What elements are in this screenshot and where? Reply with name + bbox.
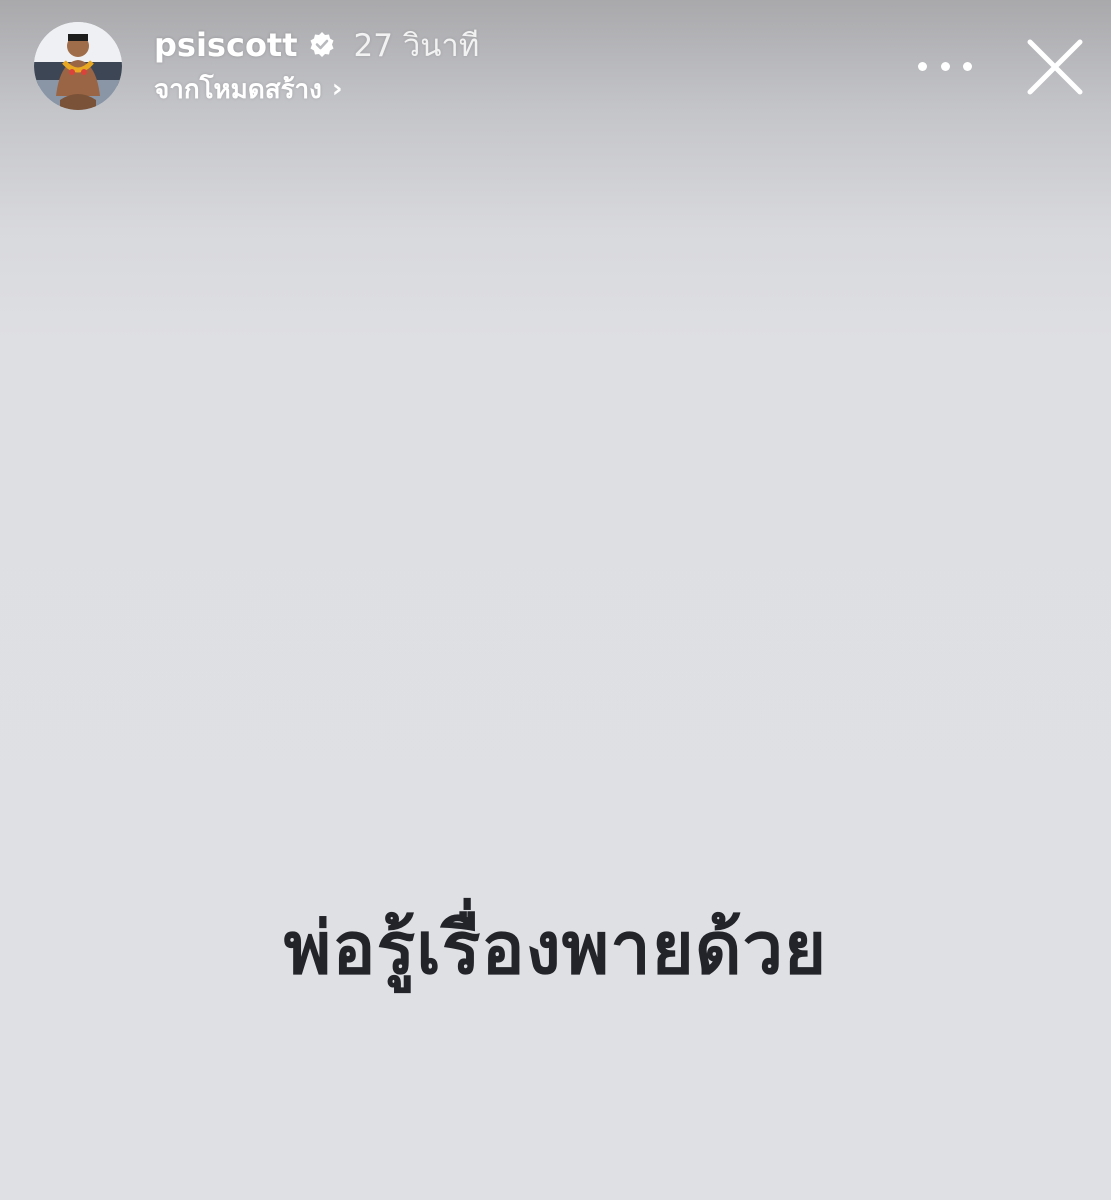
more-dot bbox=[963, 61, 972, 71]
chevron-right-icon: › bbox=[331, 74, 343, 104]
creation-mode-label: จากโหมดสร้าง bbox=[154, 74, 322, 105]
story-timestamp: 27 วินาที bbox=[353, 28, 480, 64]
more-dot bbox=[940, 61, 950, 71]
close-icon[interactable] bbox=[1022, 34, 1088, 100]
avatar-image bbox=[34, 22, 122, 110]
more-options-icon[interactable] bbox=[918, 46, 972, 86]
story-caption: พ่อรู้เรื่องพายด้วย bbox=[283, 906, 828, 990]
story-header: psiscott 27 วินาที จากโหมดสร้าง › bbox=[0, 0, 1111, 140]
creation-mode-link[interactable]: จากโหมดสร้าง › bbox=[154, 70, 343, 108]
username-row: psiscott 27 วินาที bbox=[154, 22, 479, 68]
more-dot bbox=[918, 61, 927, 71]
verified-badge-icon bbox=[308, 31, 336, 59]
story-viewer[interactable]: psiscott 27 วินาที จากโหมดสร้าง › พ่อรู้… bbox=[0, 0, 1111, 1200]
username[interactable]: psiscott bbox=[154, 26, 298, 64]
avatar[interactable] bbox=[34, 22, 122, 110]
